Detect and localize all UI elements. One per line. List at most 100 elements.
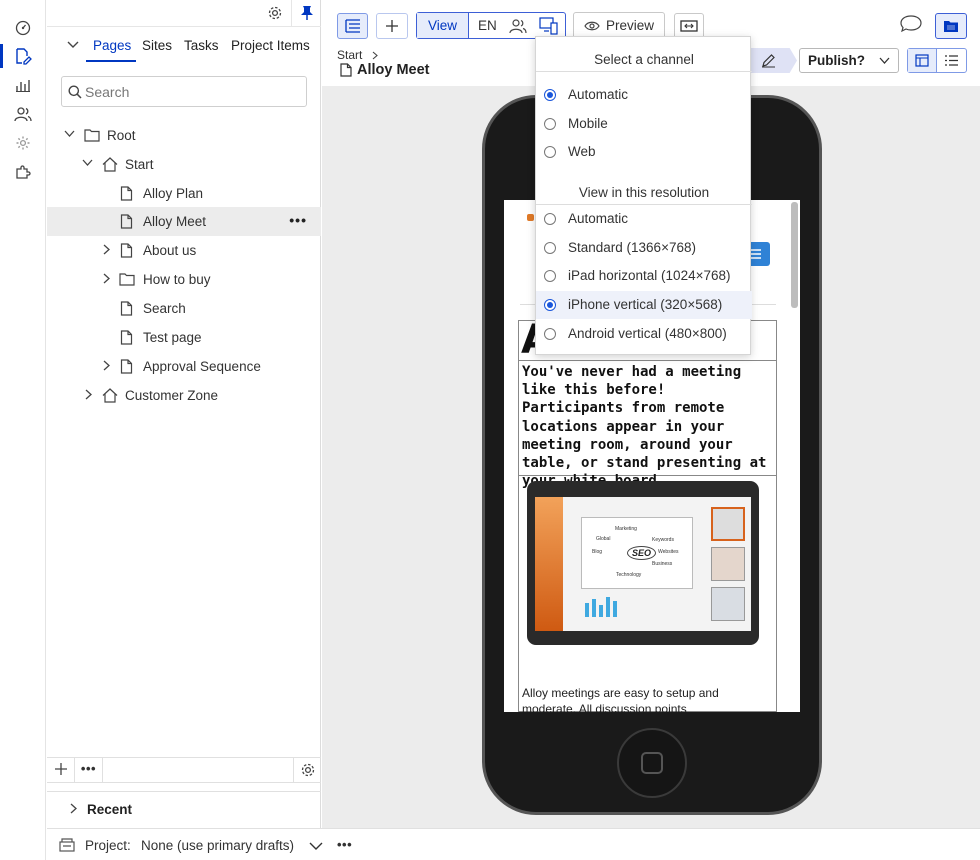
breadcrumb-start[interactable]: Start bbox=[337, 48, 362, 62]
radio-icon[interactable] bbox=[544, 328, 556, 340]
project-more-options-icon[interactable]: ••• bbox=[337, 837, 352, 852]
search-input[interactable] bbox=[85, 82, 295, 102]
row-more-options-icon[interactable]: ••• bbox=[289, 212, 307, 228]
tab-pages[interactable]: Pages bbox=[93, 38, 131, 53]
recent-section[interactable]: Recent bbox=[47, 791, 321, 827]
comments-icon[interactable] bbox=[900, 15, 922, 33]
resolution-option-label: Android vertical (480×800) bbox=[568, 326, 727, 341]
collapsed-chevron-icon[interactable] bbox=[103, 360, 111, 371]
project-dropdown-chevron-icon[interactable] bbox=[309, 842, 323, 851]
list-icon bbox=[944, 54, 959, 67]
collapsed-chevron-icon[interactable] bbox=[103, 244, 111, 255]
global-nav-rail bbox=[0, 0, 46, 860]
tree-node-search[interactable]: Search bbox=[47, 294, 321, 323]
plus-icon bbox=[55, 763, 67, 775]
project-bar: Project: None (use primary drafts) ••• bbox=[47, 828, 980, 860]
pencil-icon bbox=[761, 53, 776, 68]
create-new-button[interactable] bbox=[376, 13, 408, 39]
radio-icon[interactable] bbox=[544, 270, 556, 282]
tree-node-label: Alloy Meet bbox=[143, 214, 207, 229]
footer-more-options-icon[interactable]: ••• bbox=[75, 758, 103, 782]
tree-node-how-to-buy[interactable]: How to buy bbox=[47, 265, 321, 294]
all-properties-button[interactable] bbox=[937, 49, 966, 72]
tree-node-customer-zone[interactable]: Customer Zone bbox=[47, 381, 321, 410]
folder-icon bbox=[943, 20, 959, 33]
content-body-text: Alloy meetings are easy to setup and mod… bbox=[522, 686, 719, 712]
toggle-navigation-button[interactable] bbox=[337, 13, 368, 39]
addons-puzzle-icon[interactable] bbox=[12, 161, 34, 183]
tree-node-label: Start bbox=[125, 157, 154, 172]
resolution-option-android-vertical[interactable]: Android vertical (480×800) bbox=[536, 320, 752, 348]
screen-scrollbar[interactable] bbox=[791, 202, 798, 308]
language-selector[interactable]: EN bbox=[478, 18, 497, 33]
expanded-chevron-icon[interactable] bbox=[64, 130, 75, 138]
resolution-option-label: iPad horizontal (1024×768) bbox=[568, 268, 731, 283]
visitor-groups-icon[interactable] bbox=[509, 18, 527, 34]
publish-menu-button[interactable]: Publish? bbox=[799, 48, 899, 73]
nav-tabs: Pages Sites Tasks Project Items bbox=[47, 30, 321, 62]
tree-node-label: Search bbox=[143, 301, 186, 316]
dashboard-icon[interactable] bbox=[12, 17, 34, 39]
collapsed-chevron-icon[interactable] bbox=[85, 389, 93, 400]
resolution-option-standard[interactable]: Standard (1366×768) bbox=[536, 234, 752, 262]
tablet-illustration: SEO Marketing Global Keywords Blog Websi… bbox=[527, 481, 759, 645]
tree-node-alloy-meet[interactable]: Alloy Meet ••• bbox=[47, 207, 321, 236]
tree-node-test-page[interactable]: Test page bbox=[47, 323, 321, 352]
assets-pane-button[interactable] bbox=[935, 13, 967, 39]
participant-avatar bbox=[711, 587, 745, 621]
footer-settings-button[interactable] bbox=[293, 758, 321, 782]
expanded-chevron-icon[interactable] bbox=[82, 159, 93, 167]
channel-option-mobile[interactable]: Mobile bbox=[536, 110, 752, 138]
page-icon bbox=[120, 359, 133, 374]
resolution-option-iphone-vertical[interactable]: iPhone vertical (320×568) bbox=[536, 291, 752, 319]
edit-status-indicator[interactable] bbox=[751, 48, 797, 73]
tree-node-label: Root bbox=[107, 128, 136, 143]
preview-button[interactable]: Preview bbox=[573, 12, 665, 39]
settings-icon[interactable] bbox=[12, 132, 34, 154]
resolution-option-automatic[interactable]: Automatic bbox=[536, 205, 752, 233]
tab-sites[interactable]: Sites bbox=[142, 38, 172, 53]
radio-icon[interactable] bbox=[544, 242, 556, 254]
phone-home-button bbox=[617, 728, 687, 798]
active-tab-underline bbox=[86, 60, 136, 62]
view-button[interactable]: View bbox=[417, 13, 469, 38]
tree-node-start[interactable]: Start bbox=[47, 150, 321, 179]
channel-option-automatic[interactable]: Automatic bbox=[536, 81, 752, 109]
pane-settings-gear-icon[interactable] bbox=[267, 5, 283, 21]
radio-selected-icon[interactable] bbox=[544, 89, 556, 101]
channel-option-web[interactable]: Web bbox=[536, 138, 752, 166]
seo-diagram: SEO Marketing Global Keywords Blog Websi… bbox=[581, 517, 693, 589]
plus-icon bbox=[386, 20, 398, 32]
tab-tasks[interactable]: Tasks bbox=[184, 38, 219, 53]
pin-pane-button[interactable] bbox=[291, 0, 321, 27]
tree-node-approval-sequence[interactable]: Approval Sequence bbox=[47, 352, 321, 381]
add-page-button[interactable] bbox=[47, 758, 75, 782]
radio-icon[interactable] bbox=[544, 118, 556, 130]
edit-content-icon[interactable] bbox=[12, 45, 34, 67]
content-image-box: SEO Marketing Global Keywords Blog Websi… bbox=[518, 475, 777, 712]
collapsed-chevron-icon bbox=[70, 803, 78, 814]
resolution-option-ipad-horizontal[interactable]: iPad horizontal (1024×768) bbox=[536, 262, 752, 290]
radio-icon[interactable] bbox=[544, 146, 556, 158]
tree-node-about-us[interactable]: About us bbox=[47, 236, 321, 265]
breadcrumb-chevron-icon bbox=[372, 51, 378, 60]
channel-resolution-dropdown: Select a channel Automatic Mobile Web Vi… bbox=[535, 36, 752, 355]
home-icon bbox=[102, 157, 118, 172]
tree-node-alloy-plan[interactable]: Alloy Plan bbox=[47, 179, 321, 208]
channel-option-label: Mobile bbox=[568, 116, 608, 131]
users-icon[interactable] bbox=[12, 103, 34, 125]
radio-selected-icon[interactable] bbox=[544, 299, 556, 311]
tree-node-label: How to buy bbox=[143, 272, 211, 287]
on-page-edit-button[interactable] bbox=[908, 49, 937, 72]
tab-project-items[interactable]: Project Items bbox=[231, 38, 310, 53]
reports-icon[interactable] bbox=[12, 74, 34, 96]
page-title: Alloy Meet bbox=[357, 62, 430, 78]
project-icon bbox=[59, 838, 75, 852]
collapsed-chevron-icon[interactable] bbox=[103, 273, 111, 284]
channel-devices-icon[interactable] bbox=[539, 17, 559, 35]
page-type-icon bbox=[340, 63, 352, 77]
collapse-tabs-chevron-icon[interactable] bbox=[67, 41, 79, 49]
radio-icon[interactable] bbox=[544, 213, 556, 225]
project-selector[interactable]: None (use primary drafts) bbox=[141, 838, 294, 853]
tree-node-root[interactable]: Root bbox=[47, 121, 321, 150]
